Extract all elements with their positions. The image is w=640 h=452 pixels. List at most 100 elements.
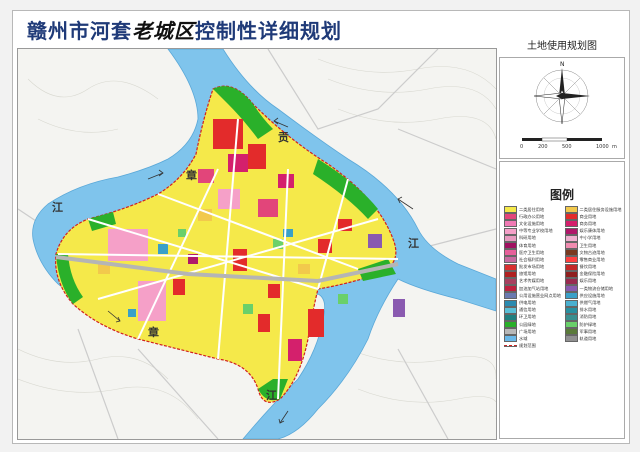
legend-swatch [564, 234, 578, 242]
legend-label: 娱乐康体用地 [579, 228, 605, 234]
map-canvas[interactable] [18, 49, 496, 439]
legend-swatch [564, 263, 578, 271]
legend-label: 一类物流仓储用地 [579, 285, 614, 291]
legend-swatch [564, 321, 578, 329]
legend-label: 供应设施用地 [579, 292, 605, 298]
legend-item [564, 343, 623, 350]
legend-item: 文化设施用地 [504, 220, 562, 228]
scale-tick-1000: 1000 [596, 144, 609, 150]
legend-swatch [564, 306, 578, 314]
title-suffix: 控制性详细规划 [195, 19, 342, 43]
river-label-jiang-east: 江 [408, 237, 419, 250]
legend-label: 文化设施用地 [519, 220, 545, 226]
legend-item: 零售商业用地 [564, 256, 623, 264]
legend-swatch [564, 277, 578, 285]
legend-swatch [564, 313, 578, 321]
legend-label: 供燃气用地 [579, 300, 601, 306]
legend-label: 医疗卫生用地 [519, 249, 545, 255]
compass-rose-icon: N [522, 61, 602, 142]
legend-grid: 二类居住用地 二类居住服务设施用地行政办公用地 商业用地文化设施用地 商务用地中等专业… [504, 206, 622, 350]
legend-swatch [504, 321, 517, 329]
legend-swatch [504, 206, 517, 214]
legend-item: 供电用地 [504, 299, 562, 307]
legend-swatch [564, 292, 578, 300]
legend-item: 卫生用地 [564, 242, 623, 250]
legend-label: 中等专业学校用地 [519, 228, 553, 234]
legend-item: 公用设施营业网点用地 [504, 292, 562, 300]
legend-swatch [504, 328, 517, 336]
legend-swatch [564, 220, 578, 228]
legend-item: 娱乐康体用地 [564, 227, 623, 235]
legend-item: 供应设施用地 [564, 292, 623, 300]
river-label-jiang-west: 江 [52, 201, 63, 214]
legend-label: 体育用地 [519, 242, 536, 248]
legend-swatch [504, 299, 517, 307]
legend-item: 广场用地 [504, 328, 562, 336]
legend-item: 排水用地 [564, 306, 623, 314]
legend-swatch [564, 270, 578, 278]
legend-item: 批发市场用地 [504, 263, 562, 271]
legend-swatch [564, 328, 578, 336]
scale-tick-500: 500 [562, 144, 572, 150]
legend-label: 餐饮用地 [579, 264, 597, 270]
legend-label: 批发市场用地 [519, 264, 545, 270]
legend-label: 消防用地 [579, 314, 597, 320]
legend-label: 供电用地 [519, 300, 536, 306]
legend-swatch [564, 213, 578, 221]
legend-label: 轨道用地 [579, 335, 597, 341]
scale-tick-200: 200 [538, 144, 548, 150]
legend-label: 文物古迹用地 [579, 249, 605, 255]
legend-item: 二类居住用地 [504, 206, 562, 214]
legend-label: 商务用地 [579, 220, 597, 226]
legend-label: 防护绿地 [579, 321, 597, 327]
legend-item: 餐饮用地 [564, 263, 623, 271]
scale-unit: m [612, 144, 617, 150]
legend-item: 军事用地 [564, 328, 623, 336]
legend-item: 规划范围 [504, 343, 562, 350]
legend-label: 商业用地 [579, 213, 597, 219]
legend-label: 水域 [519, 335, 528, 341]
legend-label: 二类居住服务设施用地 [579, 206, 622, 212]
legend-item: 金融保险用地 [564, 270, 623, 278]
legend-item: 供燃气用地 [564, 299, 623, 307]
legend-label: 金融保险用地 [579, 271, 605, 277]
legend-swatch [564, 242, 578, 250]
legend-label: 二类居住用地 [519, 206, 545, 212]
legend-swatch [504, 227, 517, 235]
map-title: 赣州市河套老城区控制性详细规划 [27, 15, 342, 44]
legend-item: 社会福利用地 [504, 256, 562, 264]
legend-swatch [504, 256, 517, 264]
legend-item: 中等专业学校用地 [504, 227, 562, 235]
legend-swatch [504, 263, 517, 271]
legend-swatch [564, 335, 578, 343]
legend-swatch [504, 270, 517, 278]
title-prefix: 赣州市河套 [27, 19, 132, 43]
river-label-jiang-south: 江 [266, 389, 277, 402]
legend-swatch [564, 249, 578, 257]
legend-label: 艺术传媒用地 [519, 278, 545, 284]
legend-item: 公园绿地 [504, 321, 562, 329]
legend-swatch [504, 277, 517, 285]
legend-label: 行政办公用地 [519, 213, 545, 219]
compass-panel: N 0 200 500 1000 m [499, 57, 625, 159]
legend-item: 娱乐用地 [564, 277, 623, 285]
legend-label: 环卫用地 [519, 314, 536, 320]
legend-label: 旅馆用地 [519, 271, 536, 277]
legend-swatch [504, 285, 517, 293]
legend-label: 排水用地 [579, 307, 597, 313]
legend-swatch [504, 306, 517, 314]
side-panel: 土地使用规划图 N 0 200 500 1000 m 图例 二类居住用地 二类居… [499, 27, 625, 439]
legend-item: 商业用地 [564, 213, 623, 221]
legend-item: 中小学用地 [564, 234, 623, 242]
legend-label: 规划范围 [519, 343, 536, 349]
legend-item: 防护绿地 [564, 321, 623, 329]
legend-label: 社会福利用地 [519, 256, 545, 262]
legend-item: 消防用地 [564, 313, 623, 321]
land-use-map[interactable]: 章 贡 江 江 章 江 [17, 48, 497, 440]
legend-item: 文物古迹用地 [564, 249, 623, 257]
legend-item: 环卫用地 [504, 313, 562, 321]
legend-panel: 图例 二类居住用地 二类居住服务设施用地 行政办公用地 商业用地 文化设施用地 商务用地中… [499, 161, 625, 439]
map-sheet: 赣州市河套老城区控制性详细规划 章 贡 江 江 章 江 土地使用规划图 N 0 … [12, 10, 630, 444]
legend-swatch [504, 292, 517, 300]
river-label-zhang-north: 章 [186, 169, 197, 182]
